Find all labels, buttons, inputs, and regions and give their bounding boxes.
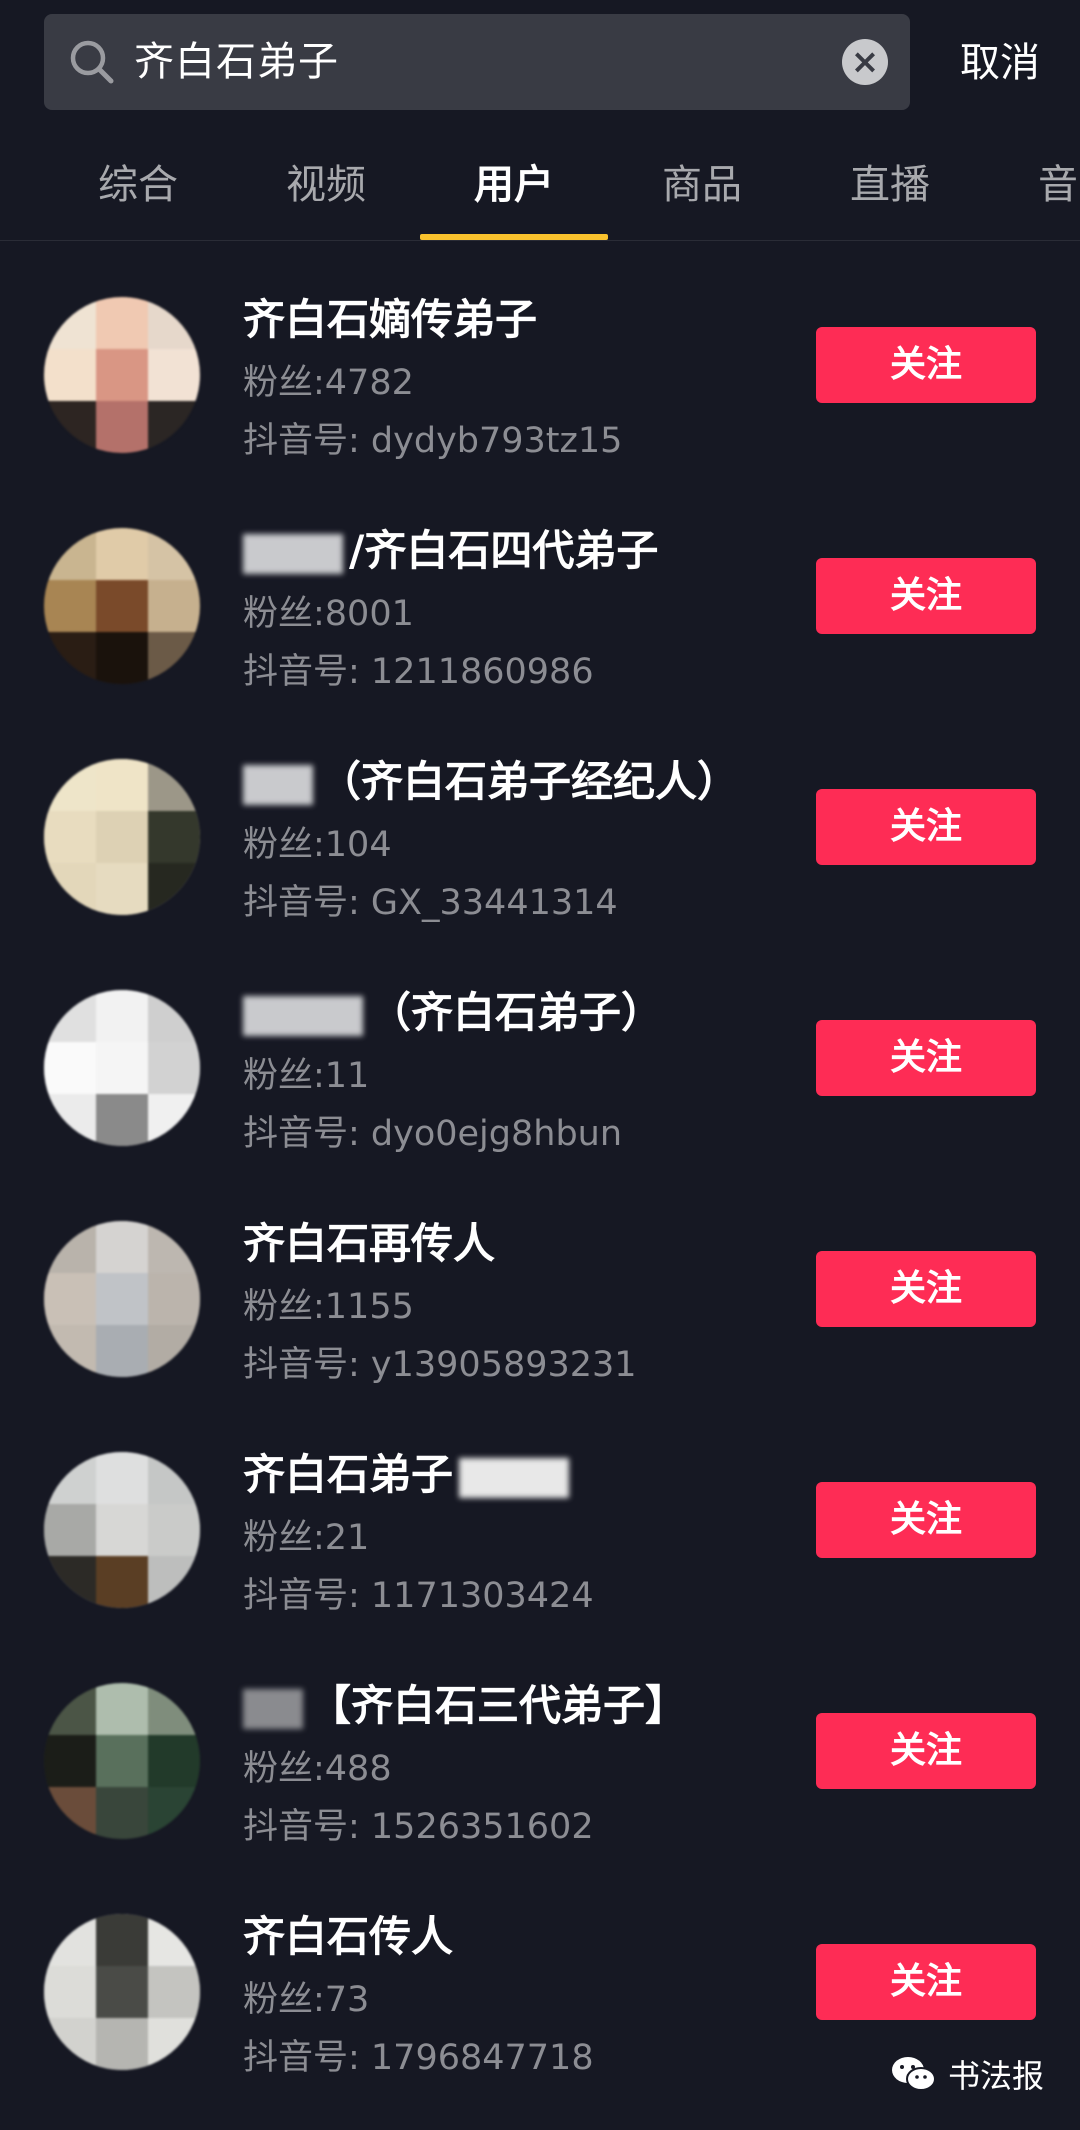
tab-comprehensive[interactable]: 综合 [44,150,232,220]
fan-count: 粉丝:21 [243,1518,370,1558]
fan-count: 粉丝:8001 [243,594,414,634]
tab-bar: 综合 视频 用户 商品 直播 音 [0,130,1080,241]
douyin-id: 抖音号: dydyb793tz15 [243,421,623,461]
fan-count: 粉丝:11 [243,1056,370,1096]
clear-icon[interactable]: × [842,39,888,85]
follow-button[interactable]: 关注 [816,558,1036,634]
tab-users[interactable]: 用户 [420,150,608,220]
watermark-text: 书法报 [947,2057,1044,2095]
user-name: 齐白石再传人 [243,1219,496,1268]
redacted-name-part [459,1457,570,1498]
fan-count: 粉丝:488 [243,1749,392,1789]
follow-button[interactable]: 关注 [816,1482,1036,1558]
user-name: 【齐白石三代弟子】 [243,1676,687,1736]
douyin-id: 抖音号: 1211860986 [243,652,594,692]
tab-videos[interactable]: 视频 [232,150,420,220]
redacted-name-part [243,764,313,805]
avatar [44,1914,200,2070]
avatar [44,759,200,915]
search-bar[interactable]: 齐白石弟子 × [44,14,910,110]
douyin-id: 抖音号: y13905893231 [243,1345,637,1385]
list-item[interactable]: 齐白石嫡传弟子 粉丝:4782 抖音号: dydyb793tz15 关注 [0,240,1080,471]
douyin-id: 抖音号: GX_33441314 [243,883,618,923]
search-icon [70,40,114,84]
follow-button[interactable]: 关注 [816,1020,1036,1096]
list-item[interactable]: （齐白石弟子） 粉丝:11 抖音号: dyo0ejg8hbun 关注 [0,933,1080,1164]
avatar [44,528,200,684]
avatar [44,297,200,453]
follow-button[interactable]: 关注 [816,1944,1036,2020]
redacted-name-part [243,1688,303,1729]
list-item[interactable]: /齐白石四代弟子 粉丝:8001 抖音号: 1211860986 关注 [0,471,1080,702]
tab-products[interactable]: 商品 [608,150,796,220]
follow-button[interactable]: 关注 [816,327,1036,403]
follow-button[interactable]: 关注 [816,1251,1036,1327]
douyin-id: 抖音号: 1526351602 [243,1807,594,1847]
fan-count: 粉丝:1155 [243,1287,414,1327]
fan-count: 粉丝:104 [243,825,392,865]
user-name: （齐白石弟子经纪人） [243,752,739,812]
douyin-id: 抖音号: dyo0ejg8hbun [243,1114,623,1154]
list-item[interactable]: 【齐白石三代弟子】 粉丝:488 抖音号: 1526351602 关注 [0,1626,1080,1857]
avatar [44,1683,200,1839]
douyin-id: 抖音号: 1796847718 [243,2038,594,2078]
cancel-button[interactable]: 取消 [940,28,1060,98]
douyin-id: 抖音号: 1171303424 [243,1576,594,1616]
redacted-name-part [243,533,343,574]
user-name: 齐白石嫡传弟子 [243,295,538,344]
user-name: /齐白石四代弟子 [243,521,658,581]
list-item[interactable]: 齐白石弟子 粉丝:21 抖音号: 1171303424 关注 [0,1395,1080,1626]
avatar [44,1452,200,1608]
avatar [44,1221,200,1377]
redacted-name-part [243,995,363,1036]
avatar [44,990,200,1146]
user-name: 齐白石传人 [243,1912,454,1961]
wechat-icon [891,2057,936,2091]
fan-count: 粉丝:73 [243,1980,370,2020]
search-input[interactable]: 齐白石弟子 [134,32,339,92]
list-item[interactable]: （齐白石弟子经纪人） 粉丝:104 抖音号: GX_33441314 关注 [0,702,1080,933]
follow-button[interactable]: 关注 [816,789,1036,865]
tab-live[interactable]: 直播 [796,150,984,220]
follow-button[interactable]: 关注 [816,1713,1036,1789]
fan-count: 粉丝:4782 [243,363,414,403]
tab-music[interactable]: 音 [984,150,1080,220]
user-name: 齐白石弟子 [243,1445,575,1505]
user-name: （齐白石弟子） [243,983,663,1043]
watermark: 书法报 [890,2044,1044,2104]
list-item[interactable]: 齐白石再传人 粉丝:1155 抖音号: y13905893231 关注 [0,1164,1080,1395]
